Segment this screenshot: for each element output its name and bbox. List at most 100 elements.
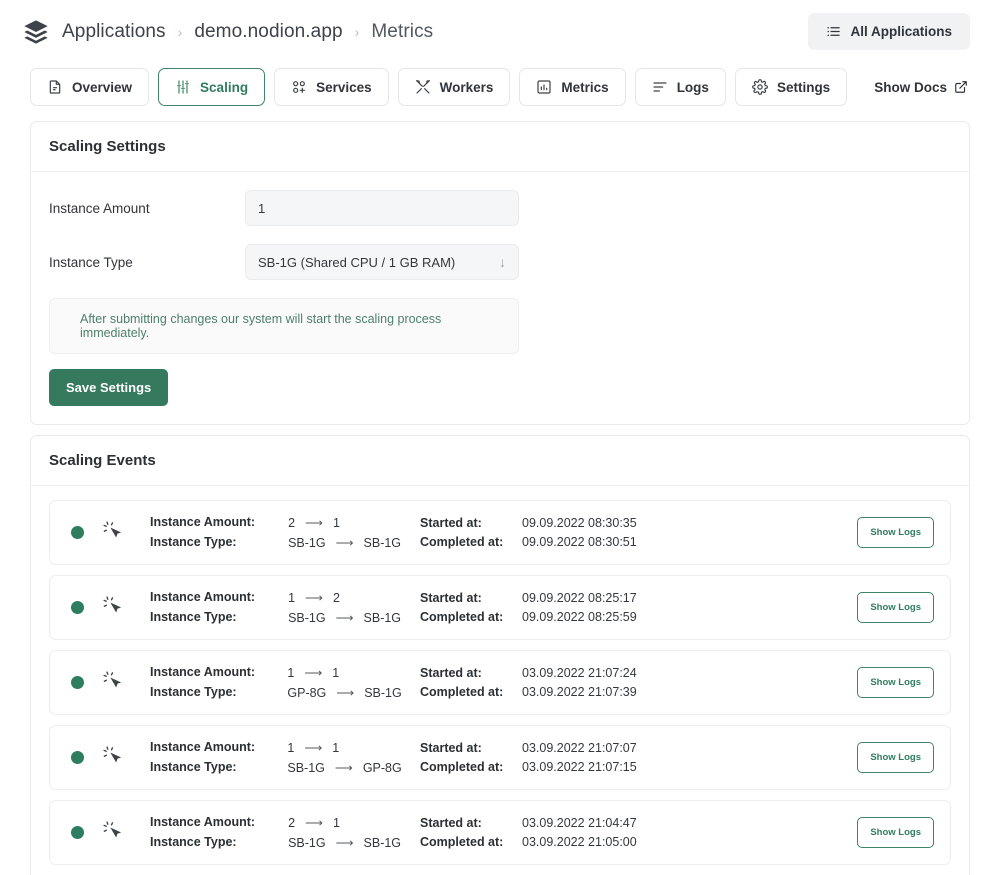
instance-amount-change: 2 ⟶ 1: [288, 515, 420, 531]
show-docs-label: Show Docs: [874, 79, 947, 95]
change-column: Instance Amount: 2 ⟶ 1 Instance Type: SB-1G ⟶ S…: [150, 815, 420, 850]
type-from: SB-1G: [288, 535, 326, 550]
completed-at-value: 09.09.2022 08:25:59: [522, 610, 637, 624]
table-row: Instance Amount: 2 ⟶ 1 Instance Type: SB-1G ⟶ S…: [49, 800, 951, 865]
instance-type-label: Instance Type: [49, 254, 133, 270]
instance-amount-row: Instance Amount 1: [49, 190, 951, 226]
save-settings-button[interactable]: Save Settings: [49, 369, 169, 406]
show-logs-button[interactable]: Show Logs: [857, 742, 934, 773]
table-row: Instance Amount: 2 ⟶ 1 Instance Type: SB-1G ⟶ S…: [49, 500, 951, 565]
tab-metrics[interactable]: Metrics: [519, 68, 626, 106]
breadcrumb-separator: ›: [354, 23, 360, 40]
breadcrumb-item-applications[interactable]: Applications: [62, 21, 166, 43]
instance-type-change: SB-1G ⟶ GP-8G: [287, 760, 420, 776]
amount-to: 2: [332, 590, 340, 605]
completed-at-label: Completed at:: [420, 535, 504, 549]
type-from: SB-1G: [288, 610, 326, 625]
table-row: Instance Amount: 1 ⟶ 2 Instance Type: SB-1G ⟶ S…: [49, 575, 951, 640]
instance-type-select[interactable]: SB-1G (Shared CPU / 1 GB RAM) ↓: [245, 244, 519, 280]
change-column: Instance Amount: 1 ⟶ 2 Instance Type: SB-1G ⟶ S…: [150, 590, 420, 625]
lines-icon: [652, 79, 668, 95]
list-icon: [826, 24, 841, 39]
type-to: SB-1G: [364, 685, 402, 700]
tab-services[interactable]: Services: [274, 68, 389, 106]
arrow-icon: ⟶: [304, 741, 323, 755]
instance-type-row: Instance Type SB-1G (Shared CPU / 1 GB R…: [49, 244, 951, 280]
started-at-label: Started at:: [420, 741, 482, 755]
instance-type-change: SB-1G ⟶ SB-1G: [288, 535, 420, 551]
show-logs-button[interactable]: Show Logs: [857, 517, 934, 548]
type-to: GP-8G: [362, 760, 402, 775]
time-column: Started at: 03.09.2022 21:07:24 Completed …: [420, 666, 720, 699]
tab-settings-label: Settings: [776, 79, 831, 95]
chevron-down-icon: ↓: [499, 254, 506, 270]
gear-icon: [752, 79, 768, 95]
type-from: SB-1G: [287, 760, 325, 775]
started-at-value: 09.09.2022 08:25:17: [522, 591, 637, 605]
all-applications-label: All Applications: [850, 24, 952, 39]
bar-chart-icon: [536, 79, 552, 95]
completed-at-value: 03.09.2022 21:07:15: [522, 760, 637, 774]
change-column: Instance Amount: 2 ⟶ 1 Instance Type: SB-1G ⟶ S…: [150, 515, 420, 550]
show-logs-button[interactable]: Show Logs: [857, 592, 934, 623]
instance-amount-change: 1 ⟶ 1: [287, 740, 420, 756]
click-cursor-icon: [102, 745, 124, 770]
instance-type-label: Instance Type:: [150, 835, 237, 849]
arrow-icon: ⟶: [334, 761, 353, 775]
completed-at-value: 09.09.2022 08:30:51: [522, 535, 637, 549]
arrow-icon: ⟶: [305, 591, 323, 605]
instance-amount-label: Instance Amount:: [150, 515, 256, 529]
tab-workers[interactable]: Workers: [397, 68, 511, 106]
services-grid-icon: [291, 79, 307, 95]
status-badge: [71, 751, 84, 764]
started-at-value: 03.09.2022 21:07:07: [522, 741, 637, 755]
amount-to: 1: [332, 815, 340, 830]
show-logs-button[interactable]: Show Logs: [857, 817, 934, 848]
arrow-icon: ⟶: [335, 536, 354, 550]
instance-amount-label: Instance Amount:: [150, 590, 256, 604]
show-logs-button[interactable]: Show Logs: [857, 667, 934, 698]
tab-settings[interactable]: Settings: [734, 68, 848, 106]
type-from: GP-8G: [287, 685, 327, 700]
arrow-icon: ⟶: [305, 516, 323, 530]
completed-at-label: Completed at:: [420, 835, 504, 849]
completed-at-label: Completed at:: [420, 760, 504, 774]
tab-bar: Overview Scaling Services Workers Metric…: [0, 63, 1000, 111]
status-badge: [71, 526, 84, 539]
started-at-label: Started at:: [420, 816, 482, 830]
instance-amount-input[interactable]: 1: [245, 190, 519, 226]
scaling-settings-title: Scaling Settings: [31, 122, 969, 172]
time-column: Started at: 03.09.2022 21:04:47 Completed …: [420, 816, 720, 849]
completed-at-value: 03.09.2022 21:07:39: [522, 685, 637, 699]
tab-workers-label: Workers: [439, 79, 494, 95]
instance-amount-label: Instance Amount: [49, 200, 150, 216]
scaling-events-card: Scaling Events Instance Amount: 2 ⟶ 1 Instan…: [30, 435, 970, 875]
tab-logs[interactable]: Logs: [634, 68, 726, 106]
type-from: SB-1G: [288, 835, 326, 850]
tab-scaling[interactable]: Scaling: [158, 68, 266, 106]
time-column: Started at: 09.09.2022 08:30:35 Completed …: [420, 516, 720, 549]
show-docs-link[interactable]: Show Docs: [874, 80, 970, 95]
sliders-icon: [175, 79, 191, 95]
breadcrumb-item-app[interactable]: demo.nodion.app: [194, 21, 342, 43]
scaling-settings-body: Instance Amount 1 Instance Type SB-1G (S…: [31, 172, 969, 424]
all-applications-button[interactable]: All Applications: [808, 13, 970, 50]
started-at-label: Started at:: [420, 591, 482, 605]
instance-amount-label: Instance Amount:: [150, 740, 256, 754]
instance-type-label: Instance Type:: [150, 685, 237, 699]
started-at-value: 09.09.2022 08:30:35: [522, 516, 637, 530]
amount-from: 1: [287, 665, 295, 680]
arrow-icon: ⟶: [304, 666, 323, 680]
table-row: Instance Amount: 1 ⟶ 1 Instance Type: GP-8G ⟶ S…: [49, 650, 951, 715]
breadcrumb: Applications › demo.nodion.app › Metrics: [62, 21, 433, 43]
instance-type-value: SB-1G (Shared CPU / 1 GB RAM): [258, 254, 456, 270]
instance-type-label: Instance Type:: [150, 610, 237, 624]
change-column: Instance Amount: 1 ⟶ 1 Instance Type: GP-8G ⟶ S…: [150, 665, 420, 700]
type-to: SB-1G: [363, 535, 402, 550]
tab-overview[interactable]: Overview: [30, 68, 150, 106]
started-at-label: Started at:: [420, 666, 482, 680]
scaling-info-box: After submitting changes our system will…: [49, 298, 519, 354]
breadcrumb-item-metrics[interactable]: Metrics: [371, 21, 433, 43]
status-badge: [71, 826, 84, 839]
click-cursor-icon: [102, 520, 124, 545]
